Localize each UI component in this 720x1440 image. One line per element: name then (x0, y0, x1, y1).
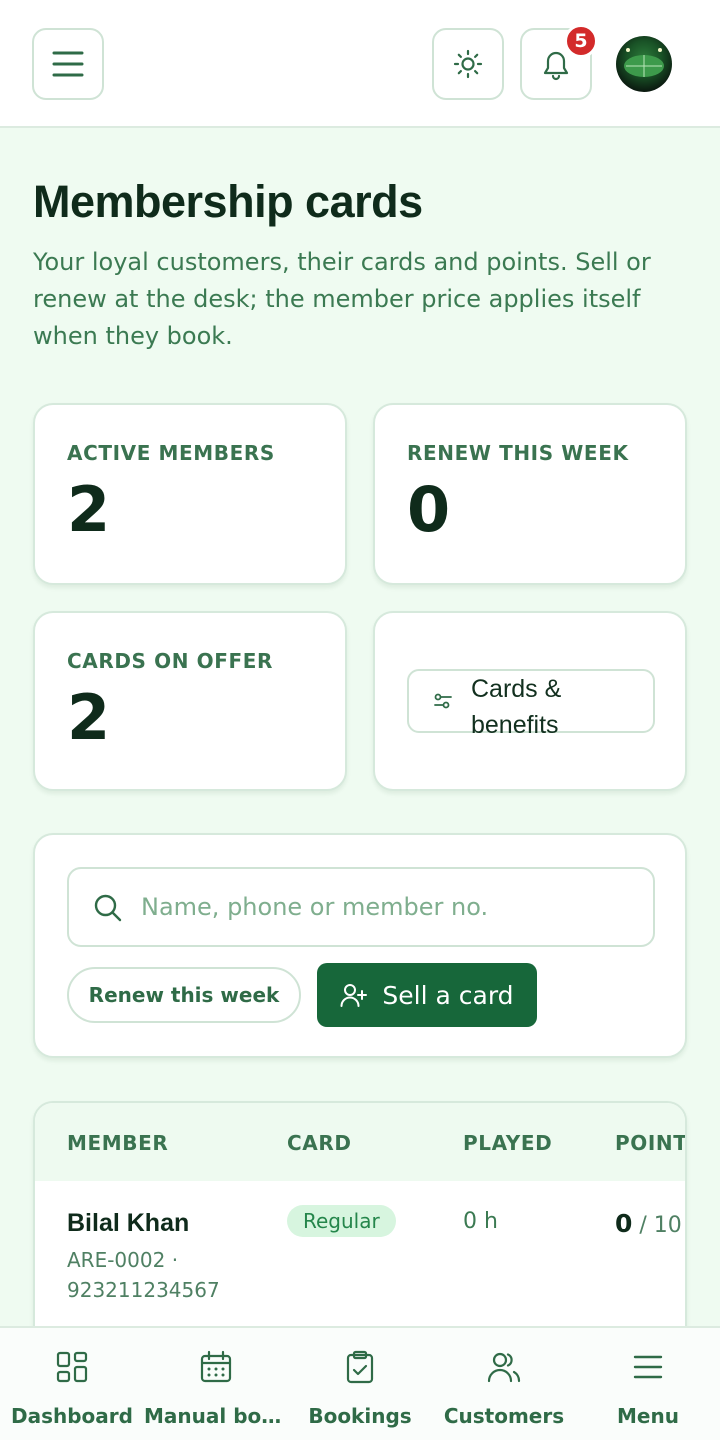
menu-button[interactable] (32, 28, 104, 100)
column-header-member[interactable]: MEMBER (67, 1131, 168, 1155)
add-user-icon (340, 984, 368, 1007)
search-field[interactable] (67, 867, 655, 947)
bottom-nav: Dashboard Manual boo… Bookings Customers… (0, 1326, 720, 1440)
hamburger-menu-icon (52, 51, 84, 77)
member-meta: ARE-0002 · 923211234567 (67, 1248, 220, 1302)
nav-label: Manual boo… (144, 1404, 288, 1428)
nav-item-manual-booking[interactable]: Manual boo… (144, 1328, 288, 1440)
page-description: Your loyal customers, their cards and po… (33, 248, 651, 350)
points-earned: 0 (615, 1209, 633, 1238)
nav-item-dashboard[interactable]: Dashboard (0, 1328, 144, 1440)
sell-card-button[interactable]: Sell a card (317, 963, 537, 1027)
theme-toggle-button[interactable] (432, 28, 504, 100)
notifications-button[interactable]: 5 (520, 24, 598, 100)
top-bar: 5 (0, 0, 720, 128)
search-input[interactable] (141, 887, 631, 927)
member-name[interactable]: Bilal Khan (67, 1209, 189, 1238)
sliders-icon (434, 693, 452, 709)
avatar[interactable] (616, 36, 672, 92)
stat-label: CARDS ON OFFER (67, 649, 274, 673)
nav-item-bookings[interactable]: Bookings (288, 1328, 432, 1440)
stadium-photo-icon (624, 48, 664, 77)
renew-this-week-button[interactable]: Renew this week (67, 967, 301, 1023)
sun-icon (453, 49, 483, 79)
grid-icon (56, 1351, 88, 1383)
nav-item-customers[interactable]: Customers (432, 1328, 576, 1440)
nav-label: Dashboard (11, 1404, 133, 1428)
points-total: / 10 (639, 1213, 682, 1238)
stat-label: ACTIVE MEMBERS (67, 441, 275, 465)
renew-this-week-card: RENEW THIS WEEK 0 (373, 403, 687, 585)
sell-card-label: Sell a card (382, 980, 514, 1010)
stat-value: 0 (407, 473, 451, 546)
column-header-played[interactable]: PLAYED (463, 1131, 552, 1155)
hamburger-menu-icon (633, 1355, 663, 1379)
table-header: MEMBER CARD PLAYED POINTS (35, 1103, 685, 1181)
column-header-points[interactable]: POINTS (615, 1131, 685, 1155)
notification-count-badge: 5 (564, 24, 598, 58)
stat-label: RENEW THIS WEEK (407, 441, 629, 465)
nav-label: Bookings (308, 1404, 412, 1428)
points-value: 0 / 10 (615, 1209, 682, 1238)
nav-label: Menu (617, 1404, 679, 1428)
played-hours: 0 h (463, 1209, 498, 1234)
cards-on-offer-card: CARDS ON OFFER 2 (33, 611, 347, 791)
cards-benefits-card: Cards & benefits (373, 611, 687, 791)
search-icon (94, 894, 122, 922)
nav-item-menu[interactable]: Menu (576, 1328, 720, 1440)
cards-benefits-button[interactable]: Cards & benefits (407, 669, 655, 739)
cards-benefits-label: Cards & benefits (471, 675, 562, 739)
search-actions-card: Renew this week Sell a card (33, 833, 687, 1058)
stat-value: 2 (67, 473, 111, 546)
calendar-icon (200, 1350, 232, 1383)
card-type-badge: Regular (287, 1205, 396, 1237)
clipboard-check-icon (346, 1350, 374, 1384)
nav-label: Customers (443, 1404, 565, 1428)
column-header-card[interactable]: CARD (287, 1131, 352, 1155)
members-table: MEMBER CARD PLAYED POINTS Bilal Khan ARE… (33, 1101, 687, 1361)
stat-value: 2 (67, 681, 111, 754)
users-icon (487, 1352, 521, 1383)
page-title: Membership cards (33, 176, 423, 227)
active-members-card: ACTIVE MEMBERS 2 (33, 403, 347, 585)
